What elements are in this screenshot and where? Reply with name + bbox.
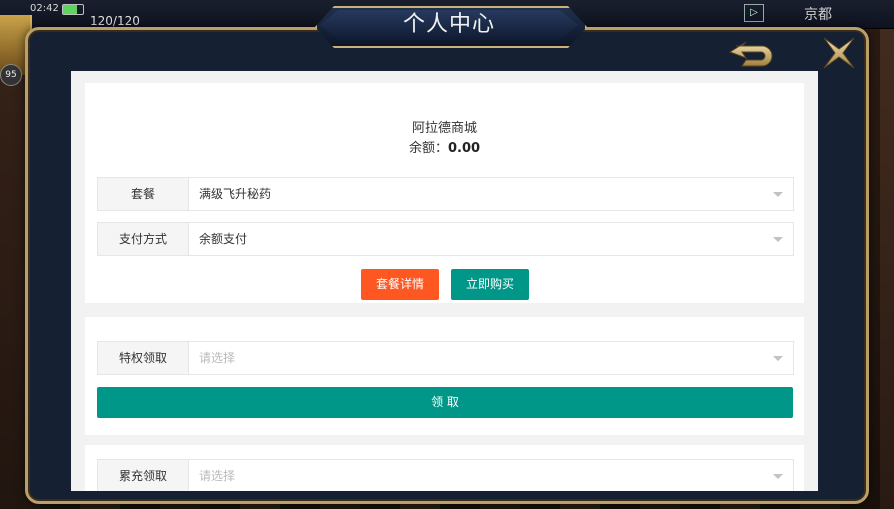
privilege-select[interactable]: 请选择: [189, 342, 793, 374]
balance-label: 余额：: [408, 141, 448, 156]
clock-time: 02:42: [30, 3, 59, 14]
package-select[interactable]: 满级飞升秘药: [189, 178, 793, 210]
caret-down-icon: [773, 192, 783, 197]
recharge-label: 累充领取: [98, 460, 189, 491]
recharge-row: 累充领取 请选择: [97, 459, 794, 491]
package-select-value: 满级飞升秘药: [199, 187, 272, 201]
payment-row: 支付方式 余额支付: [97, 222, 794, 256]
energy-counter: 120/120: [90, 14, 140, 28]
shop-name: 阿拉德商城: [411, 121, 477, 136]
payment-select[interactable]: 余额支付: [189, 223, 793, 255]
privilege-select-placeholder: 请选择: [199, 351, 236, 365]
player-level-badge: 95: [0, 64, 22, 86]
balance-line: 余额：0.00: [85, 137, 804, 156]
buy-now-button[interactable]: 立即购买: [451, 269, 529, 300]
privilege-label: 特权领取: [98, 342, 189, 374]
package-details-button[interactable]: 套餐详情: [361, 269, 439, 300]
recharge-section: 累充领取 请选择: [85, 445, 804, 491]
payment-select-value: 余额支付: [199, 232, 248, 246]
package-row: 套餐 满级飞升秘药: [97, 177, 794, 211]
web-panel: 阿拉德商城 余额：0.00 套餐 满级飞升秘药 支付方式 余额支付 套餐详情 立…: [71, 71, 818, 491]
modal-title: 个人中心: [402, 12, 495, 37]
close-icon: [823, 37, 855, 69]
privilege-row: 特权领取 请选择: [97, 341, 794, 375]
purchase-section: 阿拉德商城 余额：0.00 套餐 满级飞升秘药 支付方式 余额支付 套餐详情 立…: [85, 83, 804, 303]
back-arrow-icon: [728, 41, 773, 67]
caret-down-icon: [773, 474, 783, 479]
close-button[interactable]: [818, 32, 860, 74]
play-icon[interactable]: ▷: [744, 4, 764, 22]
claim-button[interactable]: 领 取: [97, 387, 793, 418]
privilege-section: 特权领取 请选择 领 取: [85, 317, 804, 435]
caret-down-icon: [773, 356, 783, 361]
back-button[interactable]: [728, 38, 778, 68]
city-name: 京都: [804, 7, 832, 23]
recharge-select-placeholder: 请选择: [199, 469, 236, 483]
payment-label: 支付方式: [98, 223, 189, 255]
package-label: 套餐: [98, 178, 189, 210]
recharge-select[interactable]: 请选择: [189, 460, 793, 491]
balance-value: 0.00: [447, 141, 481, 156]
battery-icon: [62, 4, 84, 15]
caret-down-icon: [773, 237, 783, 242]
